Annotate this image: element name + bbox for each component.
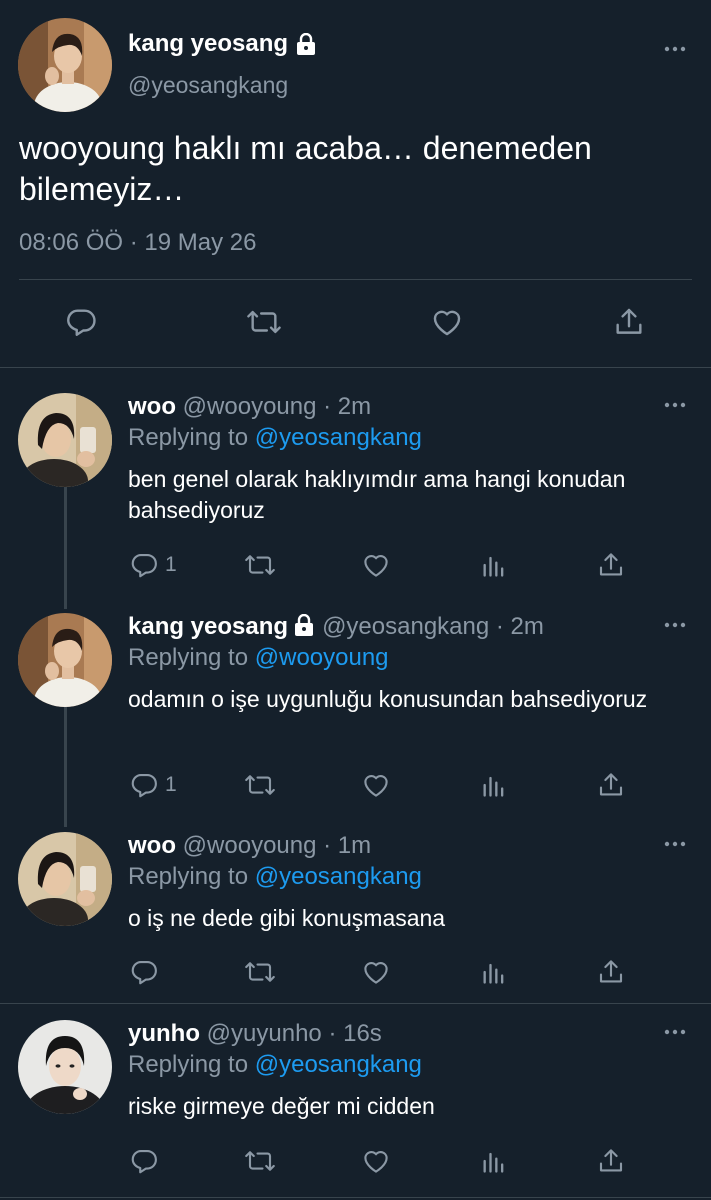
reply-icon xyxy=(129,550,159,580)
main-tweet: kang yeosang @yeosangkang wooyoung haklı… xyxy=(0,0,711,368)
reply-header: kang yeosang @yeosangkang · 2m xyxy=(128,613,544,643)
tweet-text: wooyoung haklı mı acaba… denemeden bilem… xyxy=(19,130,592,207)
reply-tweet: yunho @yuyunho · 16s Replying to @yeosan… xyxy=(0,1020,711,1195)
replying-to: Replying to @wooyoung xyxy=(128,644,389,672)
retweet-icon[interactable] xyxy=(243,550,277,580)
handle[interactable]: @yeosangkang xyxy=(322,613,489,640)
replying-to-link[interactable]: @yeosangkang xyxy=(255,863,422,890)
reply-button[interactable] xyxy=(129,957,165,987)
like-icon[interactable] xyxy=(361,1146,391,1176)
like-icon[interactable] xyxy=(361,770,391,800)
lock-icon xyxy=(294,613,314,643)
avatar-wooyoung[interactable] xyxy=(18,393,112,487)
replying-to-link[interactable]: @wooyoung xyxy=(255,644,389,671)
reply-button[interactable]: 1 xyxy=(129,550,177,580)
reply-text: odamın o işe uygunluğu konusundan bahsed… xyxy=(128,686,648,712)
share-icon[interactable] xyxy=(612,305,646,339)
reply-time[interactable]: · 1m xyxy=(323,832,371,859)
divider xyxy=(0,1003,711,1004)
reply-tweet: woo @wooyoung · 1m Replying to @yeosangk… xyxy=(0,832,711,997)
replying-label: Replying to xyxy=(128,424,249,451)
replying-to: Replying to @yeosangkang xyxy=(128,1051,422,1079)
share-icon[interactable] xyxy=(596,1146,626,1176)
reply-tweet: kang yeosang @yeosangkang · 2m Replying t… xyxy=(0,613,711,813)
analytics-icon[interactable] xyxy=(480,550,508,580)
divider xyxy=(0,1197,711,1198)
author-row: kang yeosang xyxy=(128,30,316,58)
replying-to-link[interactable]: @yeosangkang xyxy=(255,1051,422,1078)
tweet-timestamp[interactable]: 08:06 ÖÖ · 19 May 26 xyxy=(19,229,256,257)
replying-label: Replying to xyxy=(128,644,249,671)
display-name[interactable]: yunho xyxy=(128,1020,200,1047)
share-icon[interactable] xyxy=(596,957,626,987)
divider xyxy=(19,279,692,280)
reply-time[interactable]: · 16s xyxy=(328,1020,381,1047)
action-bar xyxy=(0,305,711,345)
action-bar xyxy=(0,957,711,991)
handle[interactable]: @wooyoung xyxy=(183,832,317,859)
divider xyxy=(0,367,711,368)
reply-icon xyxy=(129,770,159,800)
reply-icon[interactable] xyxy=(64,305,98,339)
share-icon[interactable] xyxy=(596,550,626,580)
display-name[interactable]: kang yeosang xyxy=(128,30,288,58)
like-icon[interactable] xyxy=(430,305,464,339)
reply-header: yunho @yuyunho · 16s xyxy=(128,1020,382,1048)
replying-label: Replying to xyxy=(128,863,249,890)
reply-count: 1 xyxy=(165,773,177,796)
reply-icon xyxy=(129,957,159,987)
reply-header: woo @wooyoung · 2m xyxy=(128,393,371,421)
reply-text: ben genel olarak haklıyımdır ama hangi k… xyxy=(128,466,626,523)
more-options-icon[interactable] xyxy=(664,1029,686,1035)
display-name[interactable]: woo xyxy=(128,832,176,859)
avatar-yeosang[interactable] xyxy=(18,613,112,707)
more-options-icon[interactable] xyxy=(664,841,686,847)
reply-text: o iş ne dede gibi konuşmasana xyxy=(128,905,446,931)
reply-header: woo @wooyoung · 1m xyxy=(128,832,371,860)
analytics-icon[interactable] xyxy=(480,957,508,987)
more-options-icon[interactable] xyxy=(664,622,686,628)
more-options-icon[interactable] xyxy=(664,46,686,52)
like-icon[interactable] xyxy=(361,550,391,580)
reply-button[interactable] xyxy=(129,1146,165,1176)
reply-time[interactable]: · 2m xyxy=(496,613,544,640)
avatar-wooyoung[interactable] xyxy=(18,832,112,926)
handle[interactable]: @yuyunho xyxy=(207,1020,322,1047)
reply-icon xyxy=(129,1146,159,1176)
reply-button[interactable]: 1 xyxy=(129,770,177,800)
action-bar: 1 xyxy=(0,770,711,804)
reply-count: 1 xyxy=(165,553,177,576)
retweet-icon[interactable] xyxy=(245,305,283,339)
more-options-icon[interactable] xyxy=(664,402,686,408)
retweet-icon[interactable] xyxy=(243,1146,277,1176)
avatar-yunho[interactable] xyxy=(18,1020,112,1114)
replying-to-link[interactable]: @yeosangkang xyxy=(255,424,422,451)
action-bar: 1 xyxy=(0,550,711,584)
analytics-icon[interactable] xyxy=(480,770,508,800)
retweet-icon[interactable] xyxy=(243,770,277,800)
action-bar xyxy=(0,1146,711,1180)
avatar-yeosang[interactable] xyxy=(18,18,112,112)
replying-to: Replying to @yeosangkang xyxy=(128,424,422,452)
retweet-icon[interactable] xyxy=(243,957,277,987)
reply-text: riske girmeye değer mi cidden xyxy=(128,1093,435,1119)
reply-time[interactable]: · 2m xyxy=(323,393,371,420)
display-name[interactable]: kang yeosang xyxy=(128,613,288,640)
display-name[interactable]: woo xyxy=(128,393,176,420)
handle[interactable]: @yeosangkang xyxy=(128,72,288,99)
like-icon[interactable] xyxy=(361,957,391,987)
lock-icon xyxy=(296,33,316,55)
replying-label: Replying to xyxy=(128,1051,249,1078)
analytics-icon[interactable] xyxy=(480,1146,508,1176)
replying-to: Replying to @yeosangkang xyxy=(128,863,422,891)
reply-tweet: woo @wooyoung · 2m Replying to @yeosangk… xyxy=(0,393,711,593)
share-icon[interactable] xyxy=(596,770,626,800)
handle[interactable]: @wooyoung xyxy=(183,393,317,420)
